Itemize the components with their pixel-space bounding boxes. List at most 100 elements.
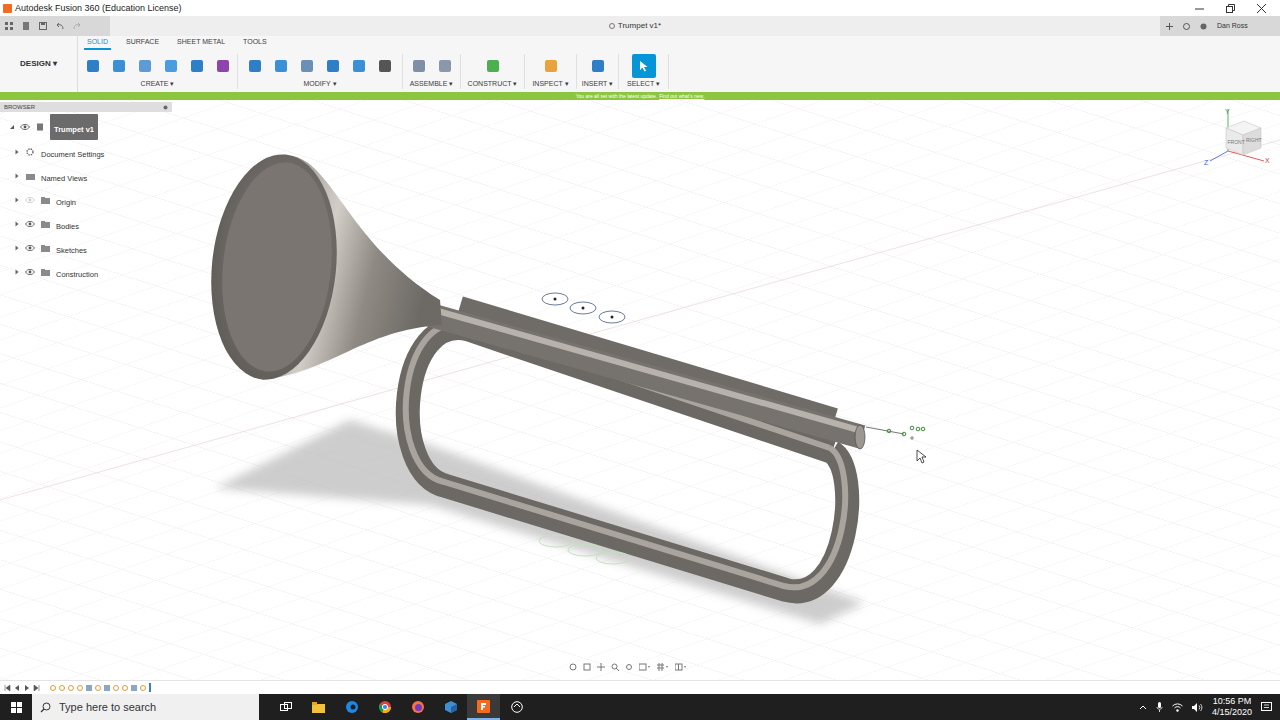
sketch-feature-icon[interactable] bbox=[113, 685, 119, 691]
browser-item[interactable]: Origin bbox=[0, 188, 172, 212]
collapse-panel-icon[interactable] bbox=[163, 105, 168, 110]
clock[interactable]: 10:56 PM 4/15/2020 bbox=[1212, 696, 1252, 718]
notifications-icon[interactable] bbox=[1200, 23, 1207, 30]
visibility-icon[interactable] bbox=[25, 172, 35, 180]
collapsed-arrow-icon[interactable] bbox=[14, 173, 20, 179]
sketch-feature-icon[interactable] bbox=[68, 685, 74, 691]
volume-icon[interactable] bbox=[1192, 703, 1203, 712]
sketch-circle[interactable] bbox=[542, 293, 568, 305]
viewcube[interactable]: FRONT RIGHT Z X Y bbox=[1198, 106, 1278, 178]
tool-group-label[interactable]: INSERT ▾ bbox=[582, 79, 613, 90]
toolbar-tab[interactable]: SHEET METAL bbox=[174, 37, 228, 51]
browser-item[interactable]: Trumpet v1 bbox=[0, 114, 172, 140]
zoom-icon[interactable] bbox=[611, 663, 619, 671]
tool-group-label[interactable]: MODIFY ▾ bbox=[303, 79, 336, 90]
browser-item-label[interactable]: Named Views bbox=[40, 164, 88, 188]
user-name[interactable]: Dan Ross bbox=[1217, 21, 1248, 32]
browser-item-label[interactable]: Origin bbox=[55, 188, 77, 212]
clock-icon[interactable] bbox=[1183, 23, 1190, 30]
tool-group-label[interactable]: CONSTRUCT ▾ bbox=[468, 79, 518, 90]
browser-item[interactable]: Construction bbox=[0, 260, 172, 284]
browser-item[interactable]: Document Settings bbox=[0, 140, 172, 164]
tool-icon[interactable] bbox=[249, 60, 261, 72]
sketch-circle[interactable] bbox=[599, 311, 625, 323]
browser-item-label[interactable]: Trumpet v1 bbox=[50, 114, 98, 140]
workspace-label[interactable]: DESIGN ▾ bbox=[20, 58, 57, 70]
data-panel-icon[interactable] bbox=[5, 22, 13, 30]
tool-icon[interactable] bbox=[217, 60, 229, 72]
sweep-feature-icon[interactable] bbox=[131, 685, 137, 691]
timeline-marker[interactable] bbox=[149, 683, 151, 692]
banner-link[interactable]: Find out what's new. bbox=[659, 92, 704, 100]
minimize-icon[interactable] bbox=[1195, 4, 1204, 13]
viewports-icon[interactable] bbox=[675, 663, 687, 671]
tool-group-label[interactable]: SELECT ▾ bbox=[627, 79, 660, 90]
workspace-switcher[interactable]: DESIGN ▾ bbox=[0, 36, 78, 92]
tool-icon[interactable] bbox=[87, 60, 99, 72]
network-icon[interactable] bbox=[1172, 703, 1183, 712]
sketch-feature-icon[interactable] bbox=[140, 685, 146, 691]
visibility-icon[interactable] bbox=[20, 123, 30, 131]
sketch-feature-icon[interactable] bbox=[59, 685, 65, 691]
tool-icon[interactable] bbox=[353, 60, 365, 72]
document-tab[interactable]: Trumpet v1* bbox=[603, 20, 667, 32]
toolbar-tab[interactable]: TOOLS bbox=[240, 37, 270, 51]
grid-settings-icon[interactable] bbox=[657, 663, 669, 671]
firefox-button[interactable] bbox=[401, 694, 434, 720]
display-settings-icon[interactable] bbox=[639, 663, 651, 671]
undo-icon[interactable] bbox=[56, 22, 64, 30]
circle-app-button[interactable] bbox=[500, 694, 533, 720]
chrome-button[interactable] bbox=[368, 694, 401, 720]
select-tool[interactable] bbox=[632, 54, 656, 78]
visibility-icon[interactable] bbox=[25, 244, 35, 252]
tool-group-label[interactable]: ASSEMBLE ▾ bbox=[410, 79, 454, 90]
playback-controls-icon[interactable] bbox=[4, 684, 44, 692]
tool-icon[interactable] bbox=[165, 60, 177, 72]
task-view-button[interactable] bbox=[269, 694, 302, 720]
sketch-feature-icon[interactable] bbox=[77, 685, 83, 691]
canvas[interactable]: BROWSER Trumpet v1Document SettingsNamed… bbox=[0, 100, 1280, 680]
sketch-feature-icon[interactable] bbox=[50, 685, 56, 691]
edge-button[interactable] bbox=[335, 694, 368, 720]
tool-icon[interactable] bbox=[139, 60, 151, 72]
tool-icon[interactable] bbox=[545, 60, 557, 72]
save-icon[interactable] bbox=[39, 22, 47, 30]
tool-group-label[interactable]: CREATE ▾ bbox=[141, 79, 175, 90]
sketch-feature-icon[interactable] bbox=[122, 685, 128, 691]
cube-right[interactable] bbox=[1243, 128, 1261, 155]
browser-item[interactable]: Sketches bbox=[0, 236, 172, 260]
expanded-arrow-icon[interactable] bbox=[9, 124, 15, 130]
file-icon[interactable] bbox=[22, 22, 30, 30]
sketch-circle[interactable] bbox=[570, 302, 596, 314]
browser-item-label[interactable]: Bodies bbox=[55, 212, 80, 236]
toolbar-tab[interactable]: SURFACE bbox=[123, 37, 162, 51]
search-input[interactable] bbox=[59, 699, 251, 716]
tool-icon[interactable] bbox=[191, 60, 203, 72]
fusion-button[interactable] bbox=[467, 694, 500, 720]
microphone-icon[interactable] bbox=[1156, 702, 1163, 712]
close-icon[interactable] bbox=[1257, 4, 1266, 13]
browser-item[interactable]: Named Views bbox=[0, 164, 172, 188]
tool-icon[interactable] bbox=[439, 60, 451, 72]
collapsed-arrow-icon[interactable] bbox=[14, 245, 20, 251]
start-button[interactable] bbox=[0, 694, 32, 720]
fit-icon[interactable] bbox=[625, 663, 633, 671]
browser-item-label[interactable]: Sketches bbox=[55, 236, 88, 260]
sweep-feature-icon[interactable] bbox=[86, 685, 92, 691]
tool-icon[interactable] bbox=[275, 60, 287, 72]
revolve-feature-icon[interactable] bbox=[104, 685, 110, 691]
cube-app-button[interactable] bbox=[434, 694, 467, 720]
explorer-button[interactable] bbox=[302, 694, 335, 720]
browser-item-label[interactable]: Construction bbox=[55, 260, 99, 284]
viewport[interactable] bbox=[0, 100, 1280, 680]
add-tab-icon[interactable] bbox=[1166, 23, 1173, 30]
tool-icon[interactable] bbox=[113, 60, 125, 72]
action-center-icon[interactable] bbox=[1261, 702, 1272, 712]
tool-icon[interactable] bbox=[413, 60, 425, 72]
tool-group-label[interactable]: INSPECT ▾ bbox=[532, 79, 568, 90]
tool-icon[interactable] bbox=[379, 60, 391, 72]
collapsed-arrow-icon[interactable] bbox=[14, 269, 20, 275]
look-at-icon[interactable] bbox=[583, 663, 591, 671]
pan-icon[interactable] bbox=[597, 663, 605, 671]
tool-icon[interactable] bbox=[301, 60, 313, 72]
